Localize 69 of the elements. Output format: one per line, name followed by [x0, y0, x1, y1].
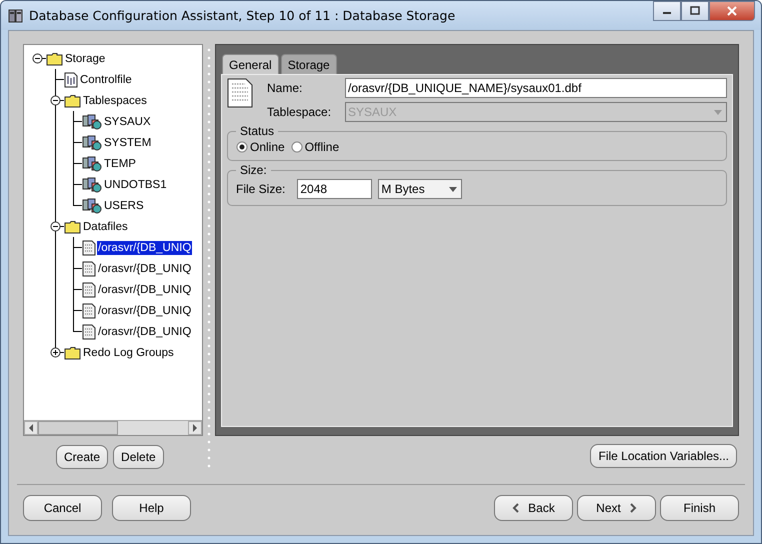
navigation-button[interactable]: Back: [494, 495, 573, 521]
tree-item[interactable]: Controlfile: [79, 72, 133, 86]
horizontal-scrollbar[interactable]: [24, 420, 202, 435]
group-title: Status: [239, 124, 276, 138]
collapse-icon[interactable]: [32, 53, 43, 64]
file-location-variables-button[interactable]: File Location Variables...: [590, 444, 737, 468]
minimize-button[interactable]: [653, 1, 681, 21]
footer-button[interactable]: Cancel: [23, 495, 102, 521]
tree-item[interactable]: USERS: [103, 198, 145, 212]
document-icon: [64, 72, 78, 88]
tree-item[interactable]: /orasvr/{DB_UNIQ: [97, 324, 192, 338]
field-label: Tablespace:: [267, 105, 332, 119]
tree-item[interactable]: /orasvr/{DB_UNIQ: [97, 240, 192, 254]
tree-item[interactable]: SYSTEM: [103, 136, 152, 150]
tree-item[interactable]: /orasvr/{DB_UNIQ: [97, 304, 192, 318]
tab[interactable]: Storage: [280, 54, 337, 74]
footer-button[interactable]: Help: [112, 495, 191, 521]
radio-icon[interactable]: [290, 141, 303, 153]
document-icon: [82, 302, 96, 318]
name-field[interactable]: /orasvr/{DB_UNIQUE_NAME}/sysaux01.dbf: [345, 78, 727, 98]
navigation-button[interactable]: Next: [577, 495, 656, 521]
database-icon: [82, 156, 102, 172]
datafile-icon: [227, 78, 253, 108]
dropdown-arrow-icon: [449, 186, 458, 192]
radio-icon[interactable]: [236, 141, 248, 153]
tree-action-button[interactable]: Create: [56, 445, 108, 469]
close-button[interactable]: [709, 1, 755, 21]
database-icon: [82, 198, 102, 214]
expand-icon[interactable]: [50, 347, 61, 358]
tree-action-button[interactable]: Delete: [113, 445, 164, 469]
navigation-button[interactable]: Finish: [660, 495, 739, 521]
tab[interactable]: General: [222, 54, 279, 74]
window-title: Database Configuration Assistant, Step 10 of 11 : Database Storage: [29, 8, 456, 23]
app-icon: [8, 8, 24, 24]
document-icon: [82, 260, 96, 276]
tree-item[interactable]: TEMP: [103, 156, 137, 170]
tree-item[interactable]: Redo Log Groups: [82, 346, 175, 360]
tree-item[interactable]: Storage: [64, 52, 106, 66]
collapse-icon[interactable]: [50, 221, 61, 232]
group-title: Size:: [239, 163, 268, 177]
dropdown-arrow-icon: [714, 110, 722, 114]
tree-item[interactable]: /orasvr/{DB_UNIQ: [97, 262, 192, 276]
tree-item[interactable]: UNDOTBS1: [103, 178, 168, 192]
document-icon: [82, 324, 96, 340]
file-size-field[interactable]: 2048: [297, 179, 372, 199]
maximize-icon: [690, 6, 700, 16]
tree-item[interactable]: SYSAUX: [103, 114, 152, 128]
radio-option[interactable]: Online: [236, 140, 285, 154]
unit-dropdown[interactable]: M Bytes: [378, 179, 462, 199]
folder-icon: [64, 94, 81, 108]
database-icon: [82, 176, 102, 192]
folder-icon: [64, 346, 81, 360]
tree-item[interactable]: /orasvr/{DB_UNIQ: [97, 282, 192, 296]
database-icon: [82, 114, 102, 130]
tree-item[interactable]: Tablespaces: [82, 94, 148, 108]
radio-option[interactable]: Offline: [290, 140, 340, 154]
close-icon: [727, 6, 737, 16]
folder-icon: [64, 220, 81, 234]
field-label: Name:: [267, 81, 304, 95]
database-icon: [82, 134, 102, 150]
collapse-icon[interactable]: [50, 95, 61, 106]
tree-item[interactable]: Datafiles: [82, 220, 129, 234]
folder-icon: [46, 52, 63, 66]
maximize-button[interactable]: [681, 1, 709, 21]
document-icon: [82, 240, 96, 256]
field-label: File Size:: [236, 182, 286, 196]
document-icon: [82, 282, 96, 298]
scroll-right-icon[interactable]: [192, 424, 198, 432]
scroll-left-icon[interactable]: [28, 424, 34, 432]
